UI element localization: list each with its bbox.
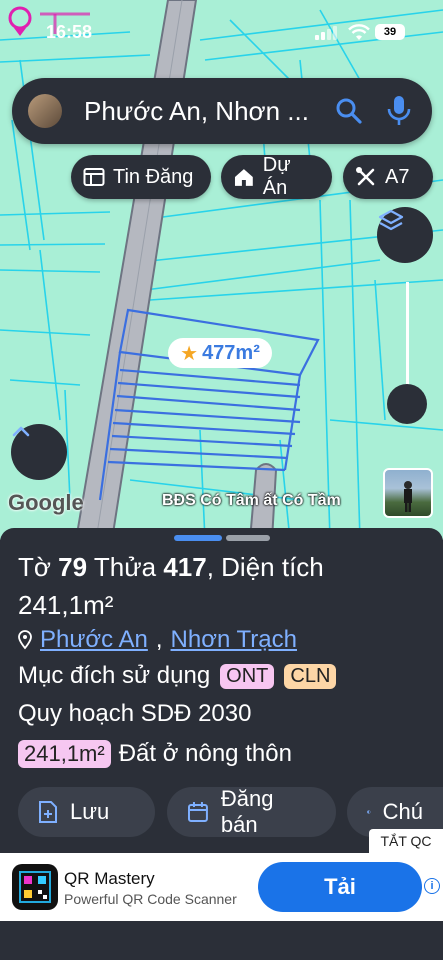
purpose-badge-cln[interactable]: CLN — [284, 663, 337, 689]
battery-indicator: 39 — [375, 24, 405, 40]
person-icon — [404, 481, 412, 512]
close-ad-button[interactable]: TẮT QC — [369, 829, 443, 853]
layers-icon — [378, 209, 404, 231]
ad-app-name: QR Mastery — [64, 869, 155, 888]
watermark-text: BĐS Có Tâm ất Có Tầm — [162, 492, 341, 509]
ad-banner[interactable]: QR Mastery Powerful QR Code Scanner Tải … — [0, 853, 443, 921]
planning-type: Đất ở nông thôn — [118, 740, 292, 767]
plot-area-value: 477m² — [202, 341, 260, 364]
note-label: Chú — [382, 799, 423, 824]
add-file-icon — [39, 801, 57, 823]
layers-button[interactable] — [377, 207, 433, 263]
district-link[interactable]: Nhơn Trạch — [171, 626, 297, 654]
tools-icon — [356, 167, 375, 186]
lot-prefix: Thửa — [93, 552, 157, 582]
parcel-area: 241,1m² — [18, 590, 114, 620]
qr-app-icon — [12, 864, 58, 910]
sheet-prefix: Tờ — [18, 552, 51, 582]
sheet-handle[interactable] — [226, 535, 270, 541]
lot-number: 417 — [163, 552, 207, 582]
status-bar: 16:58 39 — [0, 0, 443, 60]
contrast-icon — [367, 810, 371, 814]
house-icon — [234, 169, 253, 186]
parcel-location: Phước An, Nhơn Trạch — [18, 626, 297, 654]
microphone-icon[interactable] — [386, 94, 412, 128]
location-pin-icon — [18, 630, 32, 650]
planning-area-badge: 241,1m² — [18, 740, 111, 768]
chip-label: Dự Án — [262, 154, 291, 199]
purpose-badge-ont[interactable]: ONT — [220, 663, 275, 689]
search-bar[interactable]: Phước An, Nhơn ... — [12, 78, 432, 144]
chip-a7[interactable]: A7 — [343, 155, 433, 199]
parcel-title: Tờ 79 Thửa 417, Diện tích 241,1m² — [18, 548, 428, 624]
post-for-sale-label: Đăng bán — [220, 786, 274, 837]
google-logo: Google — [8, 490, 84, 515]
star-icon: ★ — [180, 342, 199, 365]
purpose-label: Mục đích sử dụng — [18, 662, 211, 689]
street-view-thumbnail[interactable] — [383, 468, 433, 518]
area-prefix: , Diện tích — [206, 552, 324, 582]
search-input[interactable]: Phước An, Nhơn ... — [84, 96, 334, 127]
ad-info-icon[interactable]: i — [424, 878, 440, 894]
ad-app-subtitle: Powerful QR Code Scanner — [64, 891, 237, 907]
newspaper-icon — [83, 168, 105, 186]
plot-area-label[interactable]: ★ 477m² — [168, 338, 272, 368]
search-icon[interactable] — [334, 96, 364, 126]
chevron-up-icon — [12, 426, 30, 437]
land-use-purpose: Mục đích sử dụng ONT CLN — [18, 662, 337, 690]
expand-up-button[interactable] — [11, 424, 67, 480]
bottom-bar — [0, 921, 443, 960]
chip-label: Tin Đăng — [113, 165, 194, 188]
save-button[interactable]: Lưu — [18, 787, 155, 837]
chip-tin-dang[interactable]: Tin Đăng — [71, 155, 211, 199]
wifi-icon — [348, 24, 370, 40]
cellular-signal-icon — [315, 26, 337, 40]
ward-link[interactable]: Phước An — [40, 626, 148, 654]
save-label: Lưu — [70, 799, 110, 824]
ad-install-button[interactable]: Tải — [258, 862, 422, 912]
zoom-slider-knob[interactable] — [387, 384, 427, 424]
chip-label: A7 — [385, 165, 410, 188]
chip-du-an[interactable]: Dự Án — [221, 154, 332, 199]
sheet-number: 79 — [58, 552, 88, 582]
sheet-handle-active[interactable] — [174, 535, 222, 541]
status-time: 16:58 — [46, 22, 93, 42]
planning-row: 241,1m² Đất ở nông thôn — [18, 740, 292, 768]
planning-label: Quy hoạch SDĐ 2030 — [18, 700, 252, 727]
avatar[interactable] — [28, 94, 62, 128]
calendar-icon — [187, 802, 208, 822]
post-for-sale-button[interactable]: Đăng bán — [167, 786, 336, 837]
